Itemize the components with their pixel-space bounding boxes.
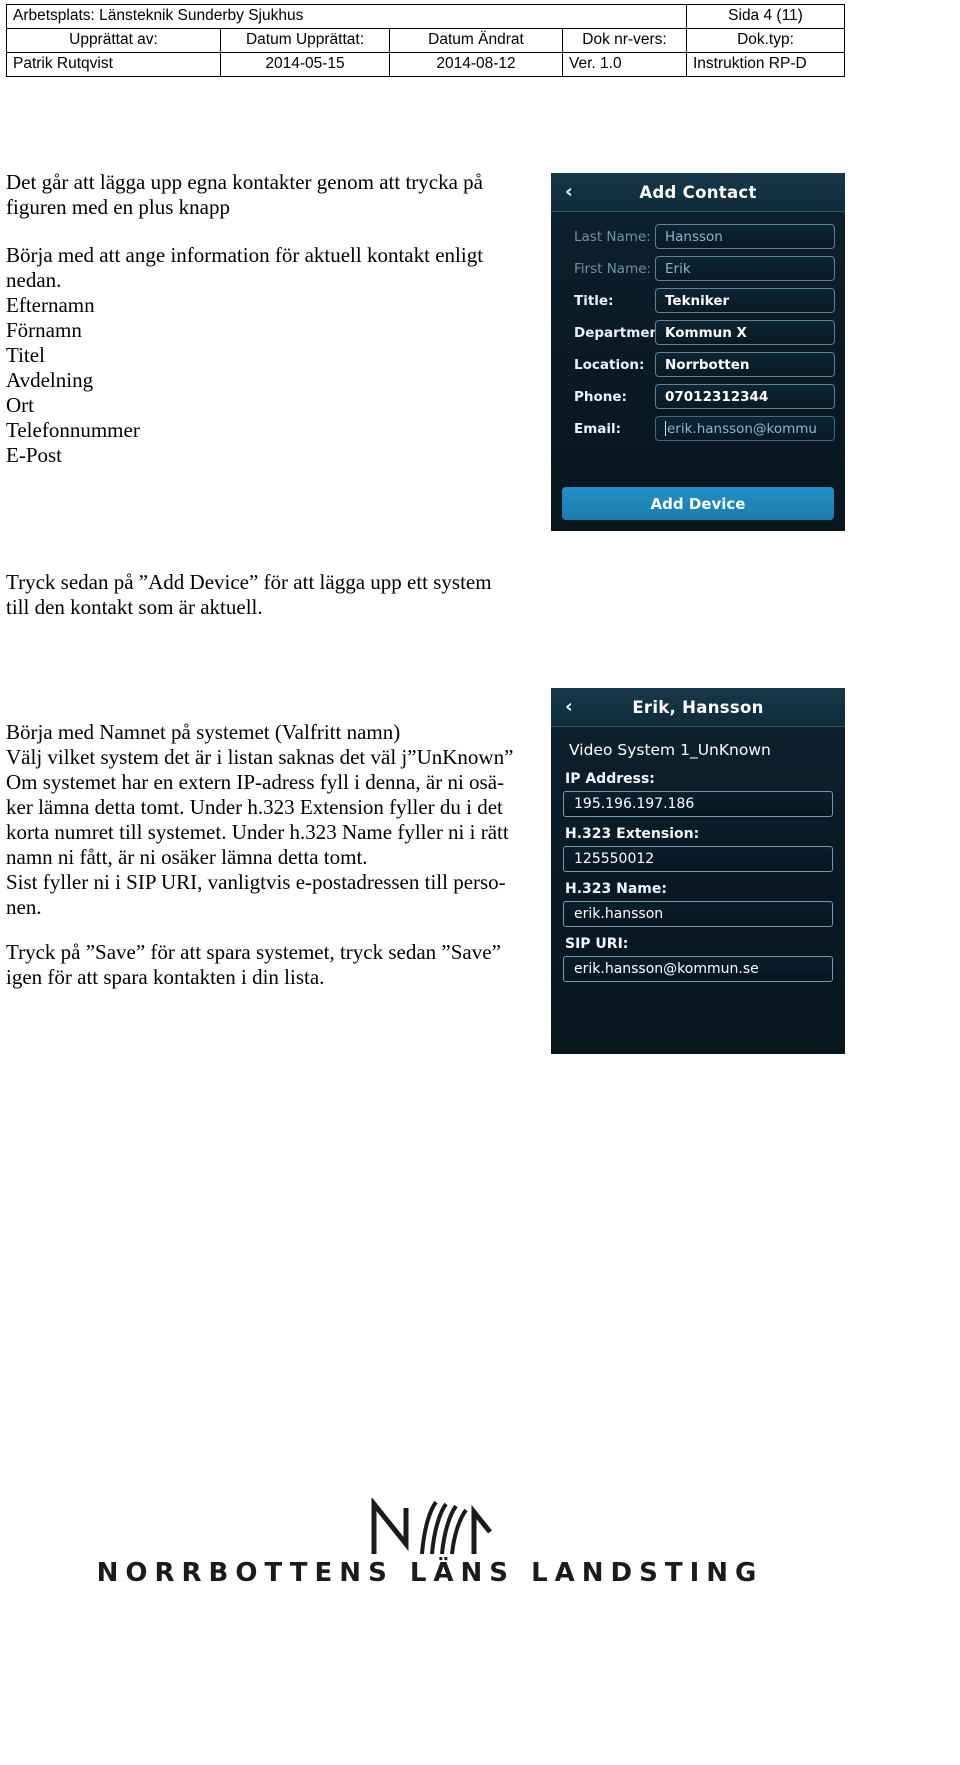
contact-field-row: First Name: Erik	[561, 256, 835, 281]
add-device-button[interactable]: Add Device	[562, 487, 834, 520]
device-field-list: IP Address: 195.196.197.186 H.323 Extensio…	[563, 771, 833, 982]
contact-field-input[interactable]: erik.hansson@kommu	[655, 416, 835, 441]
paragraph-save: Tryck på ”Save” för att spara systemet, …	[6, 940, 501, 989]
contact-field-row: Phone: 07012312344	[561, 384, 835, 409]
system-name-label[interactable]: Video System 1_UnKnown	[563, 738, 833, 771]
page-number-cell: Sida 4 (11)	[686, 4, 845, 29]
contact-field-label: Email:	[574, 420, 622, 437]
header-row-labels: Upprättat av: Datum Upprättat: Datum Änd…	[6, 27, 845, 53]
document-header-table: Arbetsplats: Länsteknik Sunderby Sjukhus…	[6, 4, 845, 77]
label-doc-type: Dok.typ:	[686, 27, 845, 53]
contact-field-input[interactable]: Erik	[655, 256, 835, 281]
paragraph-add-device: Tryck sedan på ”Add Device” för att lägg…	[6, 570, 492, 619]
add-contact-form: Last Name: Hansson First Name: Erik Title: Te…	[551, 212, 845, 441]
value-date-changed: 2014-08-12	[389, 51, 563, 77]
paragraph-system-setup: Börja med Namnet på systemet (Valfritt n…	[6, 720, 514, 919]
device-details-screenshot: ‹ Erik, Hansson Video System 1_UnKnown I…	[551, 688, 845, 1054]
contact-field-row: Title: Tekniker	[561, 288, 835, 313]
device-field-input[interactable]: erik.hansson@kommun.se	[563, 956, 833, 982]
contact-field-label: First Name:	[574, 260, 652, 277]
header-row-values: Patrik Rutqvist 2014-05-15 2014-08-12 Ve…	[6, 51, 845, 77]
back-chevron-icon[interactable]: ‹	[565, 182, 573, 202]
device-field-label: H.323 Name:	[565, 881, 667, 897]
device-field-input[interactable]: 125550012	[563, 846, 833, 872]
device-field-label: H.323 Extension:	[565, 826, 700, 842]
device-field-label: IP Address:	[565, 771, 655, 787]
value-doc-nr-vers: Ver. 1.0	[562, 51, 687, 77]
contact-field-input[interactable]: 07012312344	[655, 384, 835, 409]
contact-field-label: Last Name:	[574, 228, 651, 245]
contact-field-input[interactable]: Tekniker	[655, 288, 835, 313]
contact-field-input[interactable]: Hansson	[655, 224, 835, 249]
contact-field-row: Last Name: Hansson	[561, 224, 835, 249]
paragraph-field-list: Börja med att ange information för aktue…	[6, 243, 484, 467]
contact-field-input[interactable]: Kommun X	[655, 320, 835, 345]
contact-field-label: Phone:	[574, 388, 627, 405]
device-contact-title: Erik, Hansson	[632, 697, 764, 717]
contact-field-label: Location:	[574, 356, 645, 373]
add-contact-screenshot: ‹ Add Contact Last Name: Hansson First Nam…	[551, 173, 845, 531]
add-contact-titlebar: ‹ Add Contact	[551, 173, 845, 212]
label-doc-nr-vers: Dok nr-vers:	[562, 27, 687, 53]
paragraph-intro: Det går att lägga upp egna kontakter gen…	[6, 170, 483, 219]
contact-field-row: Location: Norrbotten	[561, 352, 835, 377]
label-date-created: Datum Upprättat:	[220, 27, 390, 53]
add-contact-title: Add Contact	[639, 182, 757, 202]
value-doc-type: Instruktion RP-D	[686, 51, 845, 77]
device-titlebar: ‹ Erik, Hansson	[551, 688, 845, 727]
header-row-workplace: Arbetsplats: Länsteknik Sunderby Sjukhus…	[6, 4, 845, 29]
back-chevron-icon[interactable]: ‹	[565, 697, 573, 717]
device-field-input[interactable]: erik.hansson	[563, 901, 833, 927]
device-field-input[interactable]: 195.196.197.186	[563, 791, 833, 817]
footer-logo: NORRBOTTENS LÄNS LANDSTING	[0, 1498, 860, 1588]
contact-field-row: Department: Kommun X	[561, 320, 835, 345]
value-date-created: 2014-05-15	[220, 51, 390, 77]
contact-field-input[interactable]: Norrbotten	[655, 352, 835, 377]
organization-name: NORRBOTTENS LÄNS LANDSTING	[96, 1558, 764, 1588]
label-date-changed: Datum Ändrat	[389, 27, 563, 53]
label-created-by: Upprättat av:	[6, 27, 221, 53]
device-field-label: SIP URI:	[565, 936, 629, 952]
contact-field-label: Title:	[574, 292, 614, 309]
landsting-logo-icon	[371, 1498, 492, 1555]
value-created-by: Patrik Rutqvist	[6, 51, 221, 77]
contact-field-label: Department:	[574, 324, 671, 341]
contact-field-row: Email: erik.hansson@kommu	[561, 416, 835, 441]
device-form: Video System 1_UnKnown IP Address: 195.19…	[551, 727, 845, 982]
workplace-cell: Arbetsplats: Länsteknik Sunderby Sjukhus	[6, 4, 687, 29]
